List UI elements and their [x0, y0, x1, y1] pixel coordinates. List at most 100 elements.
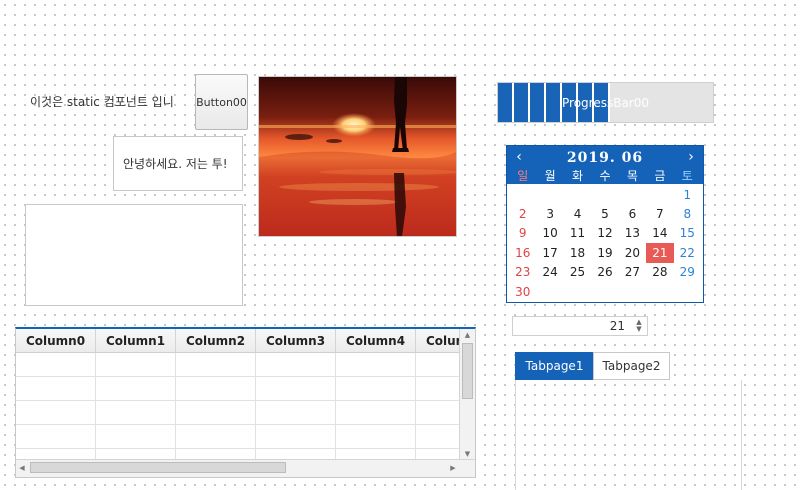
data-grid[interactable]: Column0 Column1 Column2 Column3 Column4 Colum…	[15, 327, 476, 478]
calendar-day[interactable]: 22	[674, 243, 701, 262]
calendar-day[interactable]: 25	[564, 263, 591, 282]
calendar-day[interactable]: 18	[564, 243, 591, 262]
vertical-scrollbar[interactable]: ▲ ▼	[459, 329, 475, 460]
calendar-day[interactable]: 19	[591, 243, 618, 262]
calendar-day[interactable]: 8	[674, 204, 701, 223]
spin-input[interactable]: 21 ▲ ▼	[512, 316, 648, 336]
calendar-empty-cell	[619, 185, 646, 204]
grid-body[interactable]	[16, 353, 475, 473]
static-label: 이것은 static 컴포넌트 입니	[30, 95, 174, 109]
grid-column-header[interactable]: Column4	[336, 329, 416, 353]
calendar-day[interactable]: 23	[509, 263, 536, 282]
table-row[interactable]	[16, 401, 475, 425]
spin-buttons[interactable]: ▲ ▼	[633, 319, 645, 334]
calendar-day[interactable]: 29	[674, 263, 701, 282]
table-row[interactable]	[16, 425, 475, 449]
spin-down-icon[interactable]: ▼	[633, 326, 645, 333]
grid-cell[interactable]	[96, 425, 176, 449]
calendar-day-selected[interactable]: 21	[646, 243, 674, 263]
scroll-up-icon[interactable]: ▲	[460, 329, 475, 341]
scroll-left-icon[interactable]: ◀	[16, 460, 28, 476]
calendar-day[interactable]: 10	[536, 224, 563, 243]
calendar-day[interactable]: 11	[564, 224, 591, 243]
button00[interactable]: Button00	[195, 74, 248, 130]
calendar-day[interactable]: 13	[619, 224, 646, 243]
calendar-weekday: 목	[626, 169, 638, 183]
grid-cell[interactable]	[176, 377, 256, 401]
calendar-day[interactable]: 5	[591, 204, 618, 223]
progress-bar: ProgressBar00	[497, 82, 714, 123]
grid-cell[interactable]	[16, 425, 96, 449]
table-row[interactable]	[16, 377, 475, 401]
spin-value: 21	[609, 319, 625, 333]
calendar-day[interactable]: 12	[591, 224, 618, 243]
grid-cell[interactable]	[256, 377, 336, 401]
grid-column-header[interactable]: Column3	[256, 329, 336, 353]
scroll-right-icon[interactable]: ▶	[447, 460, 459, 476]
tab-content	[515, 380, 742, 490]
calendar-day[interactable]: 9	[509, 224, 536, 243]
calendar-day[interactable]: 16	[509, 243, 536, 262]
calendar-empty-cell	[646, 185, 673, 204]
sunset-beach-photo-icon	[259, 77, 456, 236]
calendar-day[interactable]: 26	[591, 263, 618, 282]
grid-cell[interactable]	[16, 377, 96, 401]
grid-cell[interactable]	[176, 425, 256, 449]
calendar-days[interactable]: 1 2 3 4 5 6 7 8 9 10 11 12 13 14 15 16 17 18 19 20 21 22 23 24 2…	[509, 185, 701, 301]
grid-cell[interactable]	[96, 353, 176, 377]
grid-cell[interactable]	[256, 401, 336, 425]
grid-cell[interactable]	[16, 401, 96, 425]
grid-header: Column0 Column1 Column2 Column3 Column4 Colum…	[16, 329, 475, 353]
grid-cell[interactable]	[336, 353, 416, 377]
calendar-next-month-button[interactable]: ›	[681, 149, 701, 165]
calendar-day[interactable]: 30	[509, 282, 536, 301]
calendar-day[interactable]: 4	[564, 204, 591, 223]
tab-tabpage2[interactable]: Tabpage2	[593, 352, 670, 380]
calendar-day[interactable]: 24	[536, 263, 563, 282]
edit-textbox[interactable]: 안녕하세요. 저는 투!	[113, 136, 243, 191]
calendar-day[interactable]: 6	[619, 204, 646, 223]
grid-cell[interactable]	[256, 425, 336, 449]
progress-label: ProgressBar00	[562, 95, 649, 110]
grid-cell[interactable]	[256, 353, 336, 377]
calendar-weekday: 일	[517, 169, 529, 183]
calendar-day[interactable]: 15	[674, 224, 701, 243]
grid-cell[interactable]	[336, 401, 416, 425]
calendar-empty-cell	[591, 185, 618, 204]
textarea[interactable]	[25, 204, 243, 306]
vertical-scroll-thumb[interactable]	[462, 343, 473, 399]
table-row[interactable]	[16, 353, 475, 377]
horizontal-scroll-thumb[interactable]	[30, 462, 286, 473]
grid-cell[interactable]	[336, 377, 416, 401]
calendar-day[interactable]: 27	[619, 263, 646, 282]
calendar-weekdays: 일월화수목금토	[509, 167, 701, 184]
calendar-day[interactable]: 1	[674, 185, 701, 204]
calendar-weekday: 화	[572, 169, 584, 183]
grid-cell[interactable]	[176, 353, 256, 377]
calendar-day[interactable]: 20	[619, 243, 646, 262]
calendar-weekday: 금	[654, 169, 666, 183]
calendar-day[interactable]: 3	[536, 204, 563, 223]
calendar-weekday: 토	[681, 169, 693, 183]
calendar-day[interactable]: 7	[646, 204, 673, 223]
grid-column-header[interactable]: Column0	[16, 329, 96, 353]
calendar-empty-cell	[509, 185, 536, 204]
grid-column-header[interactable]: Column1	[96, 329, 176, 353]
grid-column-header[interactable]: Column2	[176, 329, 256, 353]
calendar-day[interactable]: 28	[646, 263, 673, 282]
calendar-day[interactable]: 14	[646, 224, 673, 243]
tab-tabpage1[interactable]: Tabpage1	[515, 352, 594, 380]
grid-cell[interactable]	[336, 425, 416, 449]
calendar-title: 2019. 06	[566, 150, 644, 166]
grid-cell[interactable]	[16, 353, 96, 377]
grid-cell[interactable]	[96, 401, 176, 425]
calendar-day[interactable]: 2	[509, 204, 536, 223]
calendar[interactable]: ‹ 2019. 06 › 일월화수목금토 1 2 3 4 5 6 7 8 9 10 11 12 13 14…	[506, 145, 704, 303]
grid-cell[interactable]	[176, 401, 256, 425]
grid-cell[interactable]	[96, 377, 176, 401]
calendar-day[interactable]: 17	[536, 243, 563, 262]
horizontal-scrollbar[interactable]: ◀ ▶	[16, 459, 475, 477]
calendar-weekday: 수	[599, 169, 611, 183]
calendar-weekday: 월	[544, 169, 556, 183]
calendar-empty-cell	[536, 185, 563, 204]
